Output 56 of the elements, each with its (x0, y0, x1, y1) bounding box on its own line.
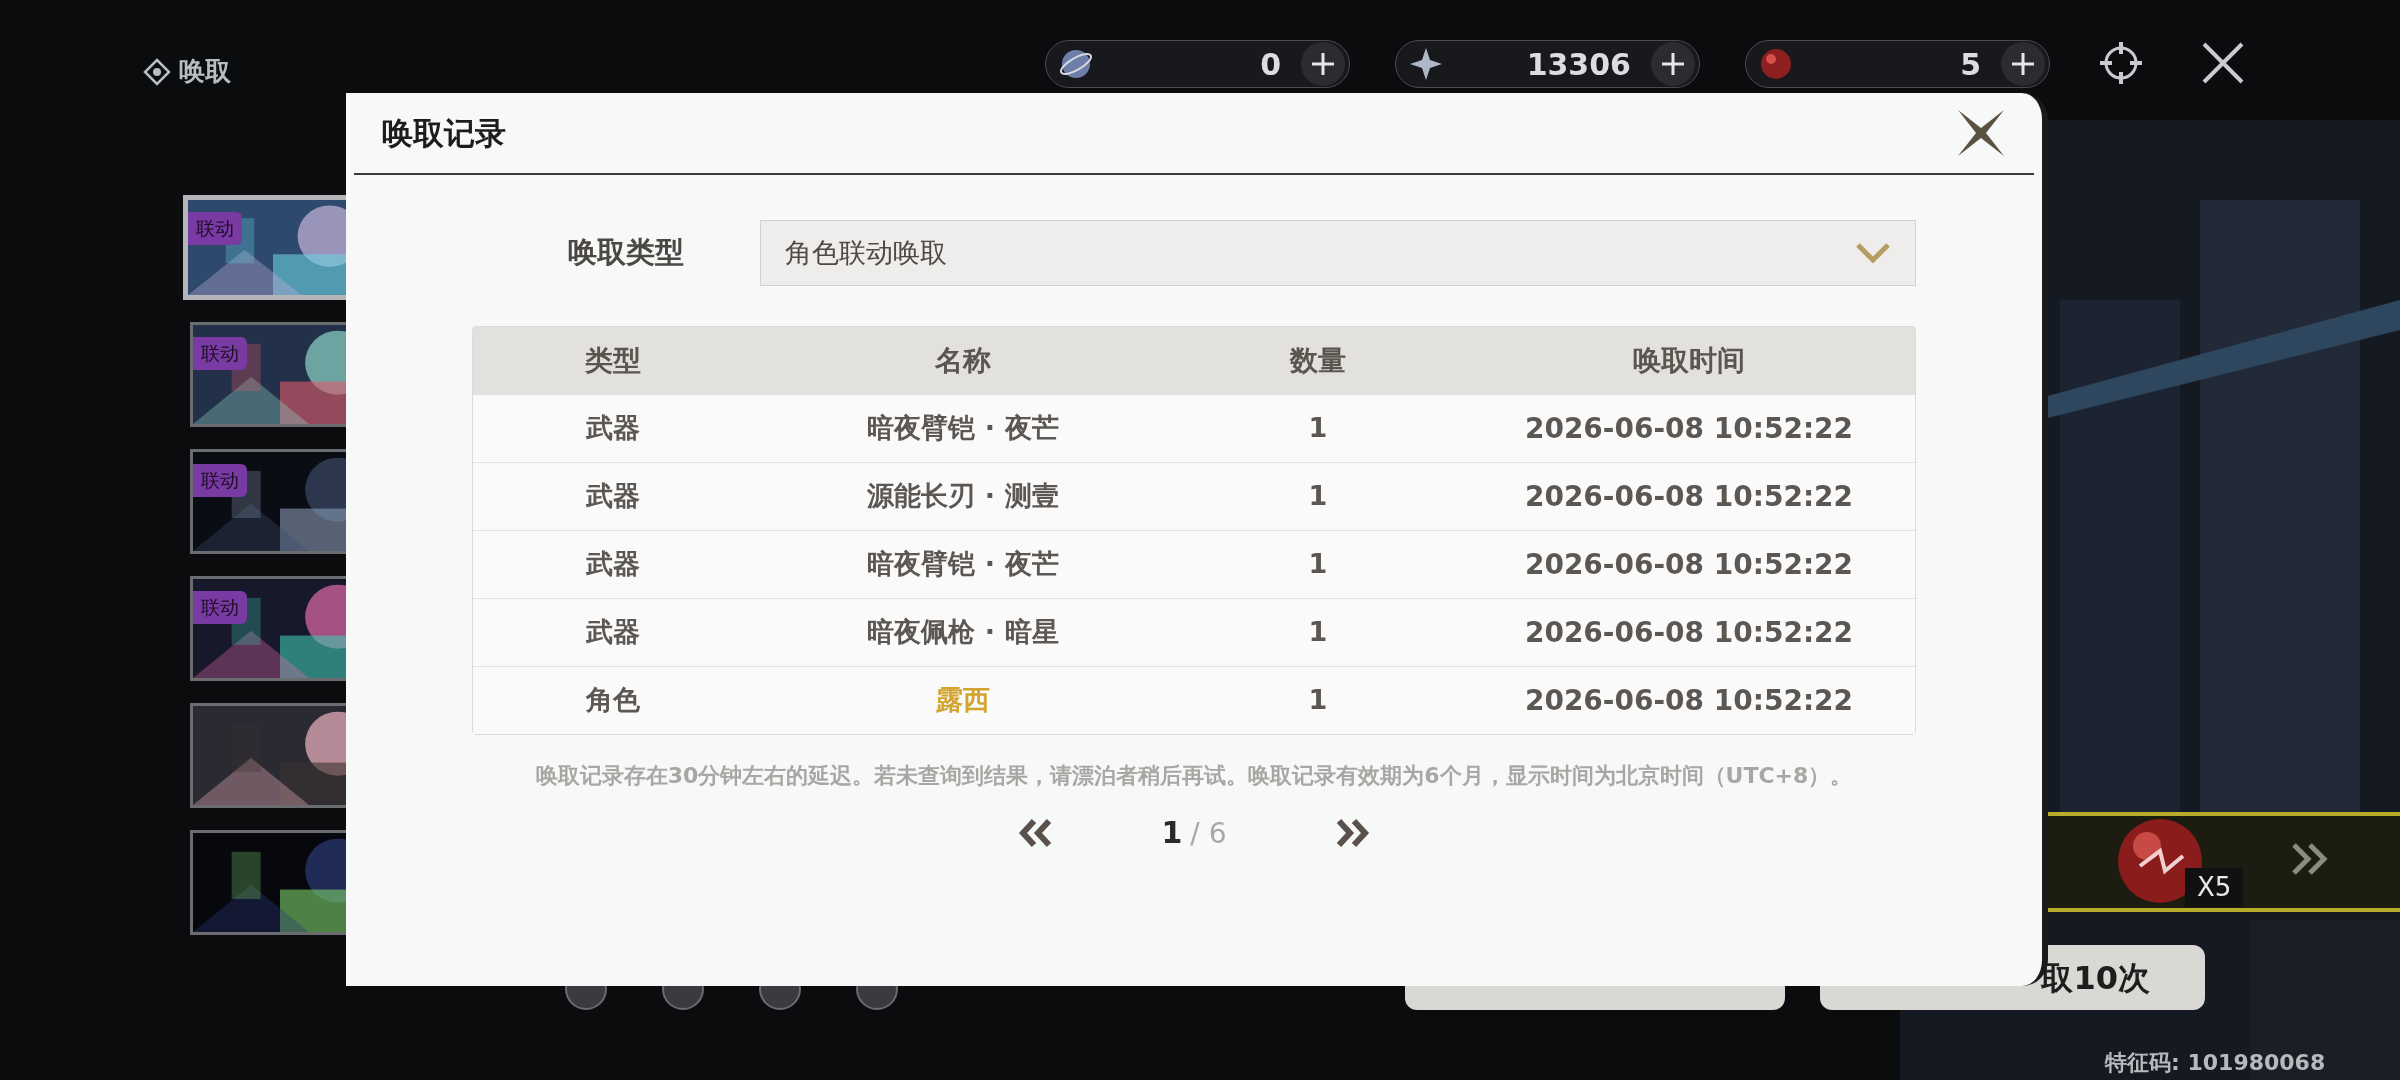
currency-amount: 13306 (1525, 45, 1632, 84)
table-cell-text: 武器 (585, 547, 641, 582)
table-cell-text: 1 (1307, 615, 1329, 650)
table-cell-text: 2026-06-08 10:52:22 (1523, 614, 1855, 651)
column-header: 唤取时间 (1632, 342, 1746, 379)
notice-text: 唤取记录存在30分钟左右的延迟。若未查询到结果，请漂泊者稍后再试。唤取记录有效期为6个月，显示时间为北京时间（UTC+8）。 (535, 762, 1853, 790)
close-button[interactable] (1956, 108, 2006, 158)
current-page: 1 (1161, 814, 1183, 852)
page-total: / 6 (1190, 816, 1227, 852)
add-button[interactable] (2001, 42, 2045, 86)
tag-badge: 联动 (193, 591, 247, 624)
orb-icon (1758, 46, 1794, 82)
table-cell-text: 武器 (585, 615, 641, 650)
table-cell-text: 露西 (935, 683, 991, 718)
table-cell-text: 武器 (585, 479, 641, 514)
table-cell-text: 暗夜佩枪 · 暗星 (866, 615, 1060, 650)
currency-amount: 5 (1959, 45, 1982, 84)
table-cell-text: 武器 (585, 411, 641, 446)
add-button[interactable] (1301, 42, 1345, 86)
plus-icon (1660, 51, 1686, 77)
tag-badge: 联动 (193, 337, 247, 370)
table-cell-text: 1 (1307, 683, 1329, 718)
table-cell-text: 1 (1307, 479, 1329, 514)
plus-icon (1310, 51, 1336, 77)
column-header: 数量 (1288, 342, 1347, 379)
chevron-down-icon (1855, 242, 1891, 264)
tag-badge: 联动 (188, 212, 242, 245)
plus-icon (2010, 51, 2036, 77)
add-button[interactable] (1651, 42, 1695, 86)
table-cell-text: 暗夜臂铠 · 夜芒 (866, 547, 1060, 582)
chevrons-icon (2290, 841, 2330, 877)
table-cell-text: 1 (1307, 411, 1329, 446)
table-cell-text: 暗夜臂铠 · 夜芒 (866, 411, 1060, 446)
currency-amount: 0 (1259, 45, 1282, 84)
crosshair-button[interactable] (2098, 40, 2144, 86)
diamond-icon (143, 57, 171, 86)
previous-page-button[interactable] (1018, 817, 1054, 848)
dropdown-value: 角色联动唤取 (785, 235, 947, 270)
table-cell-text: 2026-06-08 10:52:22 (1523, 546, 1855, 583)
table-cell-text: 源能长刃 · 测壹 (866, 479, 1060, 514)
type-dropdown[interactable]: 角色联动唤取 (760, 220, 1916, 286)
page-title: 唤取 (179, 55, 231, 88)
dialog-title: 唤取记录 (382, 113, 506, 153)
table-cell-text: 2026-06-08 10:52:22 (1523, 478, 1855, 515)
table-cell-text: 2026-06-08 10:52:22 (1523, 410, 1855, 447)
tag-badge: 联动 (193, 464, 247, 497)
column-header: 类型 (584, 342, 642, 379)
multiplier-label: X5 (2185, 868, 2244, 907)
table-cell-text: 1 (1307, 547, 1329, 582)
next-page-button[interactable] (1334, 817, 1370, 848)
close-button[interactable] (2200, 40, 2246, 86)
filter-label: 唤取类型 (567, 234, 685, 272)
table-cell-text: 2026-06-08 10:52:22 (1523, 682, 1855, 719)
table-cell-text: 角色 (584, 683, 641, 718)
feature-code: 特征码: 101980068 (2105, 1049, 2326, 1077)
column-header: 名称 (934, 342, 992, 379)
